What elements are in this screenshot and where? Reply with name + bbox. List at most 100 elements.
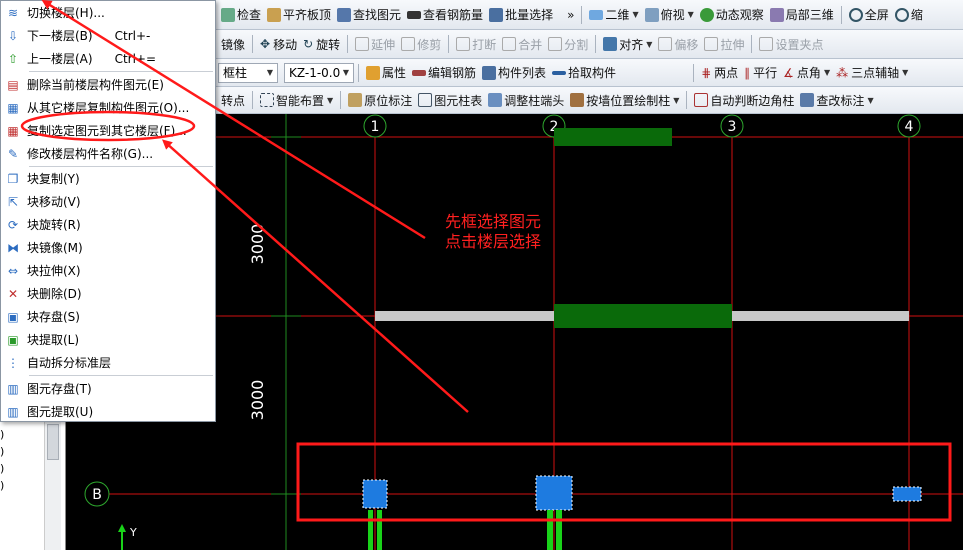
cube-icon xyxy=(644,7,659,22)
menu-separator xyxy=(29,71,213,72)
stretch-button[interactable]: 拉伸 xyxy=(701,33,747,55)
separator xyxy=(751,35,753,53)
column-1[interactable] xyxy=(362,479,388,509)
merge-button[interactable]: 合并 xyxy=(499,33,545,55)
dynamic-observe-button[interactable]: 动态观察 xyxy=(697,4,767,26)
two-points-button[interactable]: ⋕ 两点 xyxy=(698,62,741,84)
smart-layout-dropdown[interactable]: 智能布置 ▼ xyxy=(257,89,336,111)
menu-item-copy-selected-to-other-floor[interactable]: ▦ 复制选定图元到其它楼层(F)... xyxy=(1,119,215,142)
menu-item-element-extract[interactable]: ▥ 图元提取(U) xyxy=(1,400,215,423)
menu-item-switch-floor[interactable]: ≋ 切换楼层(H)... xyxy=(1,1,215,24)
properties-button[interactable]: 属性 xyxy=(363,62,409,84)
align-slab-top-button[interactable]: 平齐板顶 xyxy=(264,4,334,26)
2d-icon xyxy=(589,9,604,20)
edit-rebar-button[interactable]: 编辑钢筋 xyxy=(409,62,479,84)
view-2d-dropdown[interactable]: 二维 ▼ xyxy=(586,4,641,26)
menu-item-block-save[interactable]: ▣ 块存盘(S) xyxy=(1,305,215,328)
turn-point-button[interactable]: 转点 xyxy=(218,89,248,111)
separator xyxy=(252,91,254,109)
view-rebar-amount-button[interactable]: 查看钢筋量 xyxy=(404,4,486,26)
align-dropdown[interactable]: 对齐 ▼ xyxy=(600,33,655,55)
break-button[interactable]: 打断 xyxy=(453,33,499,55)
menu-item-block-move[interactable]: ⇱ 块移动(V) xyxy=(1,190,215,213)
point-angle-dropdown[interactable]: ∡ 点角 ▼ xyxy=(780,62,833,84)
pick-component-button[interactable]: 拾取构件 xyxy=(549,62,619,84)
find-element-button[interactable]: 查找图元 xyxy=(334,4,404,26)
separator xyxy=(693,63,695,82)
component-name-select[interactable]: KZ-1-0.05▼ xyxy=(284,62,354,83)
beam-top[interactable] xyxy=(554,128,672,146)
local-3d-button[interactable]: 局部三维 xyxy=(767,4,837,26)
component-list-button[interactable]: 构件列表 xyxy=(479,62,549,84)
column-table-button[interactable]: 图元柱表 xyxy=(415,89,485,111)
draw-column-by-wall-dropdown[interactable]: 按墙位置绘制柱 ▼ xyxy=(567,89,682,111)
edge-column-icon xyxy=(694,93,709,107)
extend-icon xyxy=(355,37,370,51)
tree-item[interactable]: ) xyxy=(0,443,4,460)
check-button[interactable]: 检查 xyxy=(218,4,264,26)
menu-item-block-mirror[interactable]: ⧓ 块镜像(M) xyxy=(1,236,215,259)
magnifier-icon xyxy=(894,7,909,22)
auto-judge-edge-column-button[interactable]: 自动判断边角柱 xyxy=(691,89,797,111)
zoom-button[interactable]: 缩 xyxy=(892,4,926,26)
trim-button[interactable]: 修剪 xyxy=(398,33,444,55)
tree-item[interactable]: ) xyxy=(0,460,4,477)
mirror-button[interactable]: 镜像 xyxy=(218,33,248,55)
batch-select-icon xyxy=(489,7,504,22)
axis-label-b: B xyxy=(92,487,102,503)
parallel-button[interactable]: ∥ 平行 xyxy=(741,62,780,84)
menu-item-block-rotate[interactable]: ⟳ 块旋转(R) xyxy=(1,213,215,236)
block-extract-icon: ▣ xyxy=(7,332,19,347)
three-point-axis-dropdown[interactable]: ⁂ 三点辅轴 ▼ xyxy=(833,62,911,84)
offset-button[interactable]: 偏移 xyxy=(655,33,701,55)
separator xyxy=(840,5,842,24)
copy-to-floor-icon: ▦ xyxy=(7,123,19,138)
column-2[interactable] xyxy=(535,475,573,511)
tree-item[interactable]: ) xyxy=(0,426,4,443)
block-stretch-icon: ⇔ xyxy=(7,263,19,278)
menu-item-block-stretch[interactable]: ⇔ 块拉伸(X) xyxy=(1,259,215,282)
y-axis-label: Y xyxy=(130,526,137,539)
component-type-select[interactable]: 框柱 ▼ xyxy=(218,62,278,83)
copy-from-floor-icon: ▦ xyxy=(7,100,19,115)
chevron-down-icon: ▼ xyxy=(266,68,273,77)
chevron-down-icon: ▼ xyxy=(342,68,349,77)
tree-item[interactable]: ) xyxy=(0,477,4,494)
adjust-column-end-button[interactable]: 调整柱端头 xyxy=(485,89,567,111)
modify-label-dropdown[interactable]: 查改标注 ▼ xyxy=(797,89,876,111)
menu-item-delete-floor-elements[interactable]: ▤ 删除当前楼层构件图元(E) xyxy=(1,73,215,96)
scrollbar-thumb[interactable] xyxy=(47,424,59,460)
chevron-down-icon: ▼ xyxy=(687,10,694,19)
column-rebar-2b xyxy=(556,510,562,550)
in-place-label-button[interactable]: 原位标注 xyxy=(345,89,415,111)
instruction-line-1: 先框选择图元 xyxy=(445,212,542,231)
menu-item-prev-floor[interactable]: ⇧ 上一楼层(A) Ctrl+= xyxy=(1,47,215,70)
menu-item-auto-split-standard-floor[interactable]: ⋮ 自动拆分标准层 xyxy=(1,351,215,374)
list-icon xyxy=(482,65,497,80)
menu-item-element-save[interactable]: ▥ 图元存盘(T) xyxy=(1,377,215,400)
extend-button[interactable]: 延伸 xyxy=(352,33,398,55)
menu-item-copy-from-other-floor[interactable]: ▦ 从其它楼层复制构件图元(O)... xyxy=(1,96,215,119)
rotate-button[interactable]: ↻ 旋转 xyxy=(300,33,343,55)
move-button[interactable]: ✥ 移动 xyxy=(257,33,300,55)
split-button[interactable]: 分割 xyxy=(545,33,591,55)
menu-item-block-copy[interactable]: ❐ 块复制(Y) xyxy=(1,167,215,190)
chevron-down-icon: ▼ xyxy=(327,95,334,105)
table-icon xyxy=(418,93,433,107)
menu-item-block-extract[interactable]: ▣ 块提取(L) xyxy=(1,328,215,351)
axis-label-1: 1 xyxy=(371,119,380,135)
align-icon xyxy=(603,37,618,51)
menu-item-next-floor[interactable]: ⇩ 下一楼层(B) Ctrl+- xyxy=(1,24,215,47)
dimension-text-upper: 3000 xyxy=(248,224,267,265)
floor-down-icon: ⇩ xyxy=(7,28,19,43)
menu-item-block-delete[interactable]: ✕ 块删除(D) xyxy=(1,282,215,305)
menu-item-rename-floor-components[interactable]: ✎ 修改楼层构件名称(G)... xyxy=(1,142,215,165)
view-top-dropdown[interactable]: 俯视 ▼ xyxy=(642,4,697,26)
floor-up-icon: ⇧ xyxy=(7,51,19,66)
batch-select-button[interactable]: 批量选择 xyxy=(486,4,556,26)
beam-middle-green[interactable] xyxy=(554,304,732,328)
more-toolbar-button[interactable]: » xyxy=(564,4,577,26)
set-grip-point-button[interactable]: 设置夹点 xyxy=(756,33,826,55)
column-4[interactable] xyxy=(892,486,922,502)
fullscreen-button[interactable]: 全屏 xyxy=(846,4,892,26)
